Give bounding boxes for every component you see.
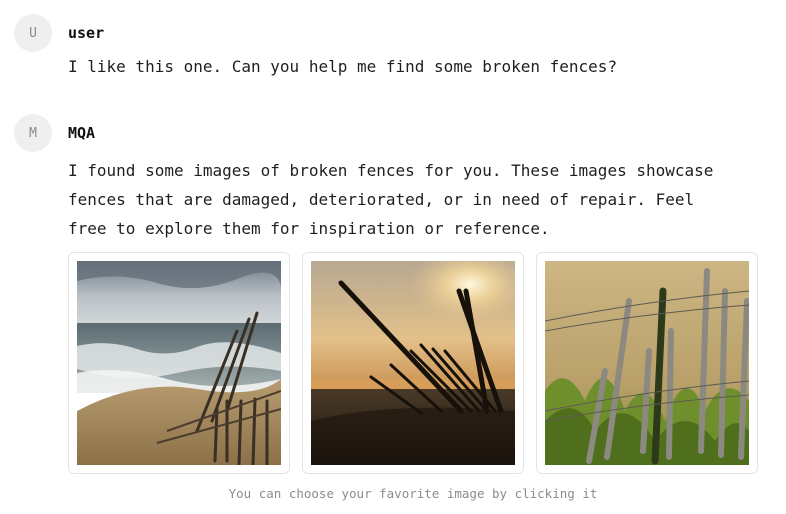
message-text-line: free to explore them for inspiration or … [68,219,550,238]
message-text: I found some images of broken fences for… [68,156,748,243]
message-author: MQA [68,124,96,142]
message-author: user [68,24,105,42]
grass-fence-image [545,261,749,465]
image-gallery [68,252,758,474]
beach-fence-image [77,261,281,465]
assistant-avatar: M [14,114,52,152]
selection-hint: You can choose your favorite image by cl… [228,486,598,501]
message-text-line: I found some images of broken fences for… [68,161,714,180]
message-user: U user I like this one. Can you help me … [14,14,772,84]
message-text-line: fences that are damaged, deteriorated, o… [68,190,695,209]
image-card-grass-fence[interactable] [536,252,758,474]
image-card-beach-fence[interactable] [68,252,290,474]
user-avatar: U [14,14,52,52]
sunset-fence-image [311,261,515,465]
message-text: I like this one. Can you help me find so… [68,57,618,76]
image-card-sunset-fence[interactable] [302,252,524,474]
